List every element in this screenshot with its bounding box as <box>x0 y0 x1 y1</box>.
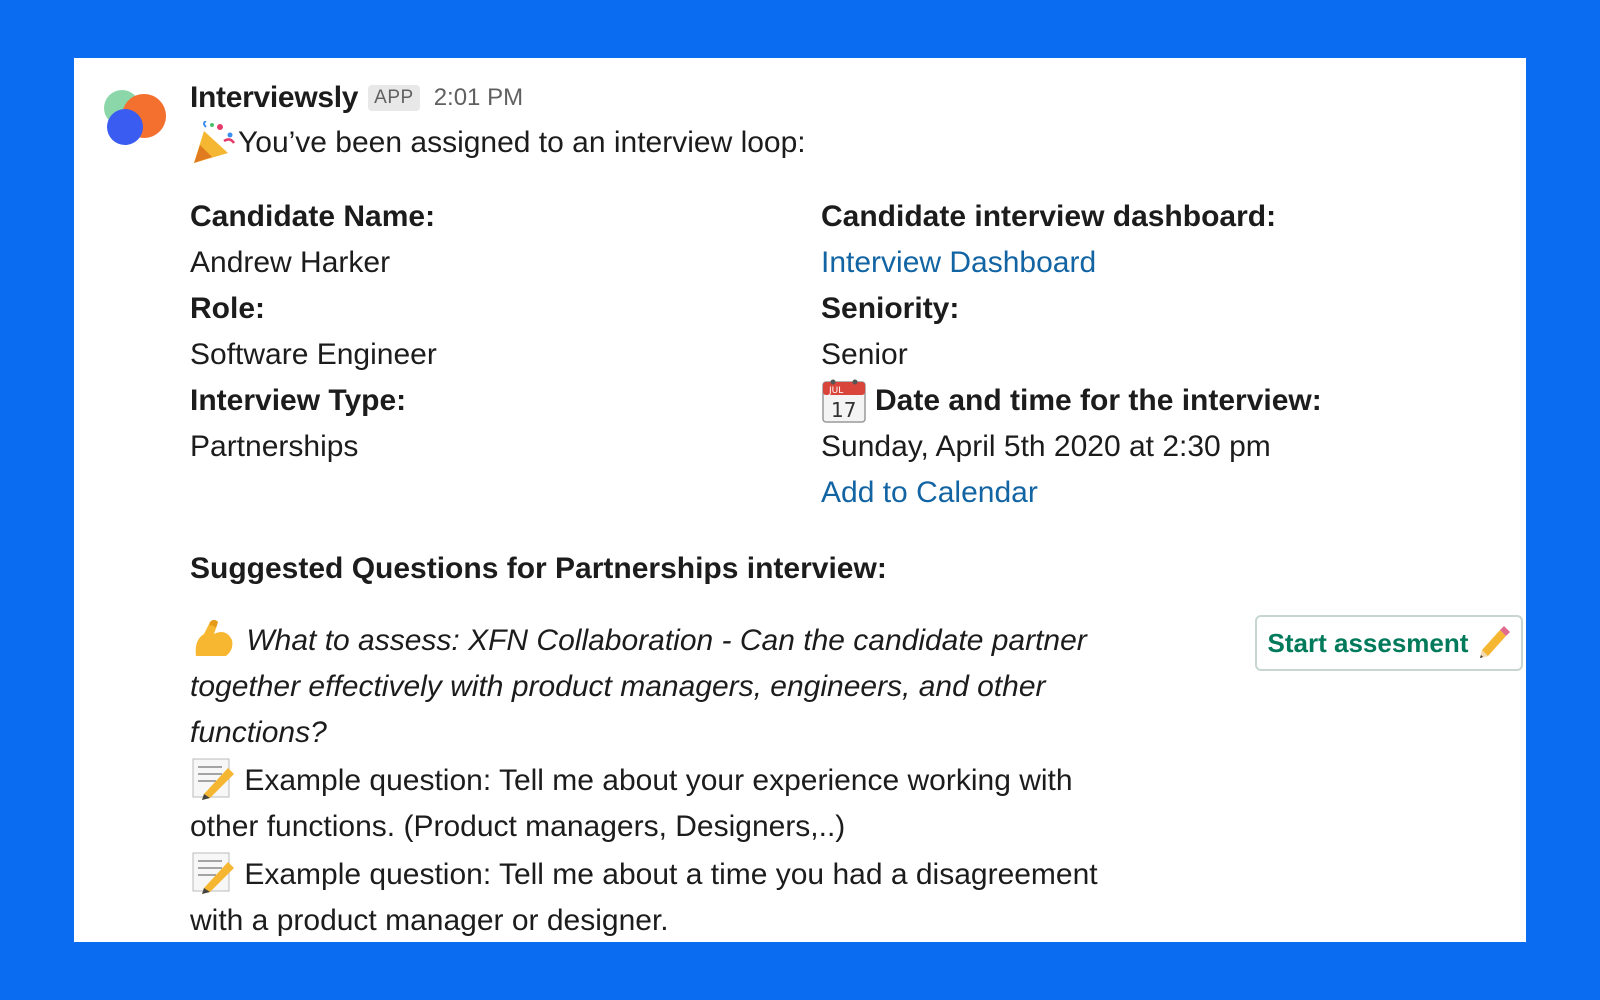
calendar-icon-day: 17 <box>831 398 856 422</box>
memo-icon <box>192 852 234 894</box>
assess-line: What to assess: XFN Collaboration - Can … <box>190 616 1120 756</box>
date-value: Sunday, April 5th 2020 at 2:30 pm <box>821 430 1271 463</box>
pencil-icon <box>1480 626 1511 658</box>
fields-right-column: Candidate interview dashboard: Interview… <box>821 194 1521 516</box>
timestamp[interactable]: 2:01 PM <box>434 84 523 112</box>
seniority-value: Senior <box>821 338 908 371</box>
message: Interviewsly APP 2:01 PM You’ve been ass… <box>190 76 1523 942</box>
intro-text: You’ve been assigned to an interview loo… <box>238 126 806 159</box>
calendar-icon-month: JUL <box>828 386 843 396</box>
interviewsly-logo-icon[interactable] <box>100 86 170 150</box>
app-badge: APP <box>368 85 420 111</box>
candidate-name-label: Candidate Name: <box>190 200 436 233</box>
role-label: Role: <box>190 292 265 325</box>
interview-dashboard-link[interactable]: Interview Dashboard <box>821 240 1521 286</box>
dashboard-label: Candidate interview dashboard: <box>821 200 1277 233</box>
example-question-2: Example question: Tell me about a time y… <box>190 850 1120 942</box>
memo-icon <box>192 758 234 800</box>
assess-text: What to assess: XFN Collaboration - Can … <box>190 624 1087 749</box>
interview-type-value: Partnerships <box>190 430 359 463</box>
interview-type-label: Interview Type: <box>190 384 407 417</box>
seniority-label: Seniority: <box>821 292 960 325</box>
flexed-biceps-icon <box>195 620 233 656</box>
date-label: Date and time for the interview: <box>875 384 1322 417</box>
role-value: Software Engineer <box>190 338 437 371</box>
party-popper-icon <box>194 121 236 163</box>
assessment-text: What to assess: XFN Collaboration - Can … <box>190 616 1120 942</box>
example-question-2-text: Example question: Tell me about a time y… <box>190 858 1098 937</box>
suggested-questions-title: Suggested Questions for Partnerships int… <box>190 552 887 585</box>
message-card: Interviewsly APP 2:01 PM You’ve been ass… <box>74 58 1526 942</box>
candidate-name-value: Andrew Harker <box>190 246 391 279</box>
message-header: Interviewsly APP 2:01 PM <box>190 76 1496 120</box>
example-question-1: Example question: Tell me about your exp… <box>190 756 1120 850</box>
sender-name[interactable]: Interviewsly <box>190 81 358 115</box>
date-label-row: JUL 17 Date and time for the interview: <box>821 378 1521 424</box>
add-to-calendar-link[interactable]: Add to Calendar <box>821 470 1521 516</box>
assessment-block: What to assess: XFN Collaboration - Can … <box>190 615 1523 942</box>
interview-fields: Candidate Name: Andrew Harker Role: Soft… <box>190 194 1496 524</box>
intro-line: You’ve been assigned to an interview loo… <box>190 120 1496 166</box>
start-assessment-label: Start assesment <box>1267 627 1469 658</box>
fields-left-column: Candidate Name: Andrew Harker Role: Soft… <box>190 194 790 470</box>
calendar-icon: JUL 17 <box>822 379 866 423</box>
example-question-1-text: Example question: Tell me about your exp… <box>190 764 1073 843</box>
start-assessment-button[interactable]: Start assesment <box>1255 615 1523 671</box>
